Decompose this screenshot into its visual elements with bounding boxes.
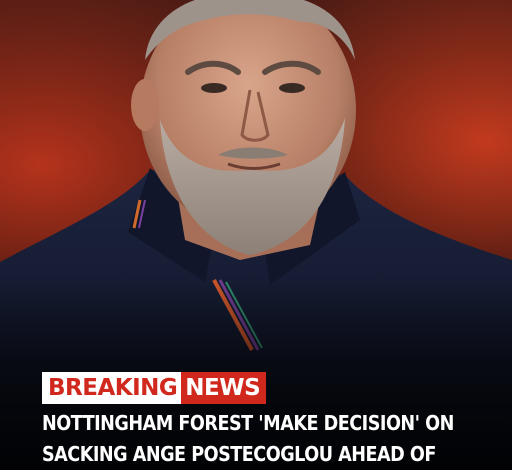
news-card: BREAKING NEWS NOTTINGHAM FOREST 'MAKE DE… (0, 0, 512, 470)
left-eye (201, 83, 227, 93)
headline: NOTTINGHAM FOREST 'MAKE DECISION' ON SAC… (42, 411, 454, 466)
breaking-news-tag: BREAKING NEWS (42, 372, 267, 404)
left-ear (131, 79, 159, 131)
news-label: NEWS (181, 372, 267, 404)
right-eye (279, 83, 305, 93)
breaking-label: BREAKING (42, 372, 182, 404)
